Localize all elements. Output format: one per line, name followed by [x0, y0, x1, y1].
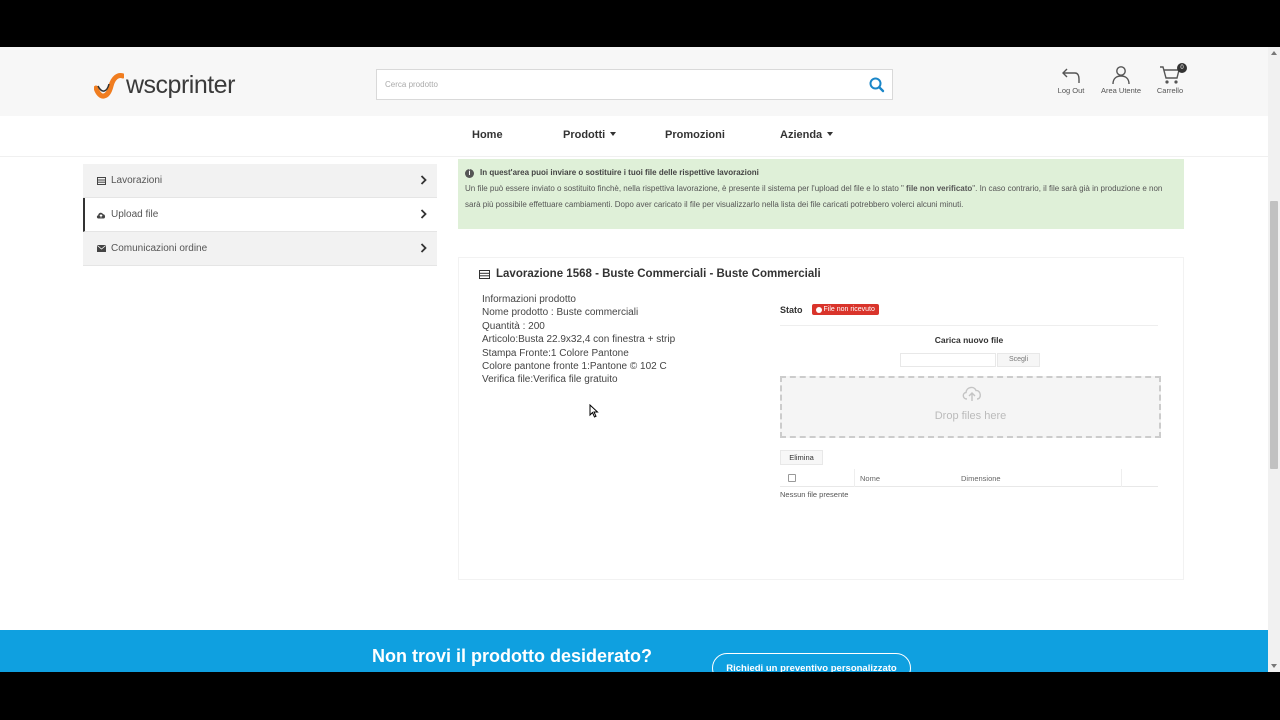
- chevron-right-icon: [420, 175, 427, 185]
- info-line: Stampa Fronte:1 Colore Pantone: [482, 347, 629, 359]
- alert-icon: [815, 306, 822, 313]
- file-name-field[interactable]: [900, 353, 996, 367]
- chevron-down-icon: [827, 132, 834, 136]
- select-all-checkbox[interactable]: [788, 474, 796, 482]
- sidebar-item-lavorazioni[interactable]: Lavorazioni: [83, 164, 437, 198]
- cart-count-badge: 0: [1177, 63, 1187, 73]
- scroll-down-icon[interactable]: [1271, 664, 1277, 668]
- chevron-down-icon: [610, 132, 617, 136]
- job-title: Lavorazione 1568 - Buste Commerciali - B…: [479, 268, 821, 280]
- user-icon: [1112, 66, 1130, 85]
- page-scrollbar[interactable]: [1268, 47, 1280, 672]
- cloud-upload-icon: [96, 210, 106, 220]
- info-heading: Informazioni prodotto: [482, 294, 576, 305]
- status-badge: File non ricevuto: [811, 304, 879, 315]
- info-line: Nome prodotto : Buste commerciali: [482, 307, 639, 319]
- info-line: Quantità : 200: [482, 320, 545, 332]
- logout-label: Log Out: [1057, 86, 1085, 95]
- upload-title: Carica nuovo file: [934, 335, 1004, 345]
- column-divider: [854, 469, 855, 487]
- nav-prodotti-label: Prodotti: [563, 129, 606, 141]
- list-icon: [96, 176, 106, 186]
- search-bar: [376, 69, 893, 100]
- sidebar-item-label: Comunicazioni ordine: [111, 243, 208, 254]
- nav-promozioni[interactable]: Promozioni: [665, 129, 725, 141]
- alert-title-text: In quest'area puoi inviare o sostituire …: [480, 168, 759, 177]
- file-table-header: Nome Dimensione: [780, 469, 1158, 487]
- info-line: Verifica file:Verifica file gratuito: [482, 374, 618, 386]
- search-icon[interactable]: [868, 76, 886, 94]
- nav-azienda-label: Azienda: [780, 129, 823, 141]
- alert-body-part1: Un file può essere inviato o sostituito …: [465, 184, 904, 193]
- cart-button[interactable]: 0 Carrello: [1148, 63, 1192, 95]
- column-header-name[interactable]: Nome: [860, 474, 880, 483]
- main-nav: Home Prodotti Promozioni Azienda: [0, 116, 1268, 157]
- column-divider: [1121, 469, 1122, 487]
- nav-azienda[interactable]: Azienda: [780, 129, 834, 141]
- nav-promozioni-label: Promozioni: [665, 129, 725, 141]
- account-sidebar: Lavorazioni Upload file Comunicazioni or…: [83, 164, 437, 266]
- cart-label: Carrello: [1156, 86, 1184, 95]
- dropzone-text: Drop files here: [934, 410, 1007, 422]
- status-label: Stato: [780, 304, 803, 315]
- choose-file-button[interactable]: Scegli: [997, 353, 1040, 367]
- info-line: Colore pantone fronte 1:Pantone © 102 C: [482, 361, 667, 373]
- sidebar-item-label: Upload file: [111, 209, 159, 220]
- banner-title: Non trovi il prodotto desiderato?: [372, 646, 652, 666]
- envelope-icon: [96, 244, 106, 254]
- quote-banner: Non trovi il prodotto desiderato? Richie…: [0, 630, 1268, 672]
- logo-swoosh-icon: [94, 73, 124, 99]
- request-quote-button[interactable]: Richiedi un preventivo personalizzato: [712, 653, 911, 672]
- delete-button[interactable]: Elimina: [780, 450, 823, 465]
- alert-title: i In quest'area puoi inviare o sostituir…: [465, 165, 1176, 181]
- cloud-upload-icon: [962, 386, 981, 401]
- site-header: wscprinter Log Out Area Utente: [0, 47, 1268, 116]
- list-icon: [479, 269, 490, 279]
- info-icon: i: [465, 168, 474, 178]
- chevron-right-icon: [420, 209, 427, 219]
- sidebar-item-label: Lavorazioni: [111, 175, 163, 186]
- job-title-text: Lavorazione 1568 - Buste Commerciali - B…: [496, 268, 821, 280]
- account-label: Area Utente: [1100, 86, 1142, 95]
- sidebar-item-comunicazioni[interactable]: Comunicazioni ordine: [83, 232, 437, 266]
- account-button[interactable]: Area Utente: [1099, 65, 1143, 95]
- status-badge-text: File non ricevuto: [823, 306, 875, 313]
- scroll-up-icon[interactable]: [1271, 51, 1277, 55]
- alert-body: Un file può essere inviato o sostituito …: [465, 181, 1176, 213]
- divider: [780, 325, 1158, 326]
- mouse-pointer-icon: [589, 404, 599, 418]
- logout-button[interactable]: Log Out: [1049, 65, 1093, 95]
- column-header-size[interactable]: Dimensione: [961, 474, 1001, 483]
- logo-wordmark: wscprinter: [126, 70, 235, 99]
- chevron-right-icon: [420, 243, 427, 253]
- browser-viewport: wscprinter Log Out Area Utente: [0, 47, 1280, 672]
- scroll-thumb[interactable]: [1270, 201, 1278, 469]
- site-logo[interactable]: wscprinter: [94, 67, 235, 103]
- file-dropzone[interactable]: Drop files here: [780, 376, 1161, 438]
- nav-home[interactable]: Home: [472, 129, 503, 141]
- alert-body-bold: file non verificato: [903, 184, 973, 193]
- product-info: Informazioni prodotto Nome prodotto : Bu…: [482, 293, 675, 387]
- empty-files-message: Nessun file presente: [780, 490, 849, 499]
- nav-prodotti[interactable]: Prodotti: [563, 129, 617, 141]
- logout-icon: [1062, 68, 1080, 83]
- nav-home-label: Home: [472, 129, 503, 141]
- status-row: Stato File non ricevuto: [780, 304, 879, 315]
- info-alert: i In quest'area puoi inviare o sostituir…: [458, 159, 1184, 229]
- info-line: Articolo:Busta 22.9x32,4 con finestra + …: [482, 334, 676, 346]
- job-card: Lavorazione 1568 - Buste Commerciali - B…: [458, 257, 1184, 580]
- sidebar-item-upload-file[interactable]: Upload file: [83, 198, 437, 232]
- search-input[interactable]: [377, 70, 857, 99]
